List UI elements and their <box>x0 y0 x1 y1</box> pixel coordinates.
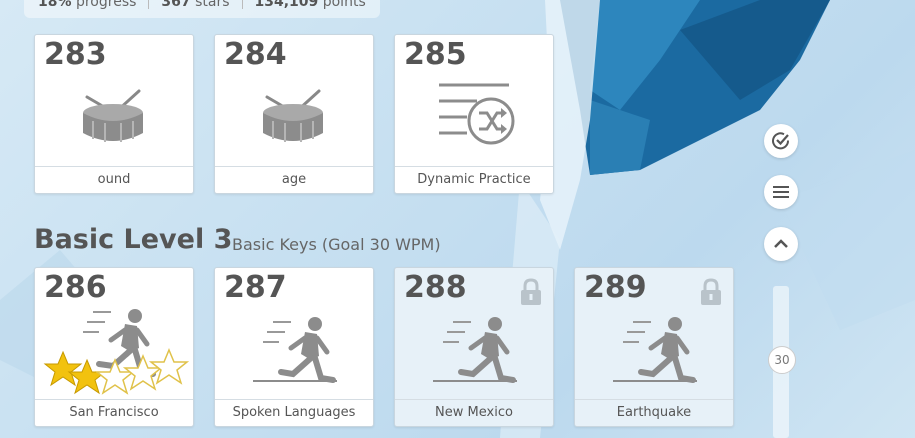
lesson-card-286[interactable]: 286 San Francisco <box>34 267 194 427</box>
lesson-label: Dynamic Practice <box>395 166 553 193</box>
lesson-number: 288 <box>404 270 467 305</box>
runner-icon <box>613 317 697 383</box>
points-stat: 134,109 points <box>254 0 366 10</box>
star-empty-icon <box>94 358 136 395</box>
menu-icon <box>773 186 789 198</box>
lesson-card-285[interactable]: 285 Dynamic Practice <box>394 34 554 194</box>
lesson-label: Earthquake <box>575 399 733 426</box>
star-filled-icon <box>43 350 83 387</box>
chevron-up-icon <box>774 239 788 248</box>
lesson-label: New Mexico <box>395 399 553 426</box>
lesson-number: 284 <box>224 37 287 72</box>
lesson-label: age <box>215 166 373 193</box>
section-title: Basic Level 3 <box>34 224 233 255</box>
drum-icon <box>83 89 143 142</box>
progress-stat: 18% progress <box>38 0 137 10</box>
scroll-up-button[interactable] <box>764 227 798 261</box>
lesson-number: 287 <box>224 270 287 305</box>
lesson-number: 286 <box>44 270 107 305</box>
lesson-label: ound <box>35 166 193 193</box>
lesson-label: San Francisco <box>35 399 193 426</box>
lock-icon <box>701 278 721 305</box>
lesson-number: 289 <box>584 270 647 305</box>
lock-icon <box>521 278 541 305</box>
drum-icon <box>263 89 323 142</box>
check-button[interactable] <box>764 124 798 158</box>
scroll-thumb[interactable]: 30 <box>768 346 796 374</box>
lesson-label: Spoken Languages <box>215 399 373 426</box>
star-empty-icon <box>148 348 190 385</box>
runner-icon <box>253 317 337 383</box>
star-empty-icon <box>122 354 164 391</box>
lesson-card-289[interactable]: 289 Earthquake <box>574 267 734 427</box>
section-subtitle: Basic Keys (Goal 30 WPM) <box>232 235 441 254</box>
star-rating <box>43 348 190 395</box>
stars-stat: 367 stars <box>161 0 230 10</box>
lesson-card-283[interactable]: 283 ound <box>34 34 194 194</box>
lesson-card-288[interactable]: 288 New Mexico <box>394 267 554 427</box>
runner-icon <box>433 317 517 383</box>
lesson-number: 285 <box>404 37 467 72</box>
divider <box>148 0 150 9</box>
shuffle-practice-icon <box>439 83 515 145</box>
menu-button[interactable] <box>764 175 798 209</box>
progress-stats-bar: 18% progress 367 stars 134,109 points <box>24 0 380 18</box>
divider <box>241 0 243 9</box>
lesson-card-287[interactable]: 287 Spoken Languages <box>214 267 374 427</box>
lesson-number: 283 <box>44 37 107 72</box>
check-circle-icon <box>772 132 790 150</box>
lesson-card-284[interactable]: 284 age <box>214 34 374 194</box>
